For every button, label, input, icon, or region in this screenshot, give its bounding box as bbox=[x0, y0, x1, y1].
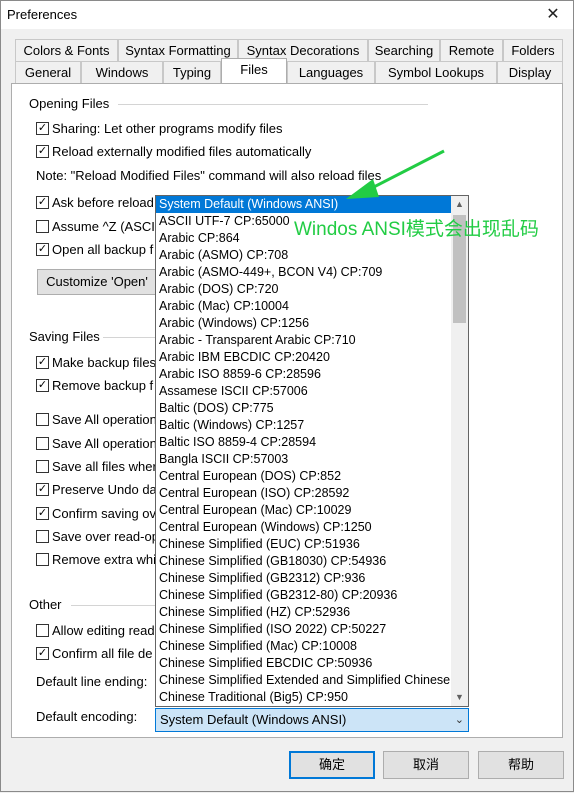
saving-files-heading: Saving Files bbox=[29, 329, 100, 344]
encoding-option[interactable]: Baltic (DOS) CP:775 bbox=[156, 400, 452, 417]
checkbox-label: Save All operation bbox=[52, 436, 157, 451]
encoding-option[interactable]: Arabic ISO 8859-6 CP:28596 bbox=[156, 366, 452, 383]
ok-button[interactable]: 确定 bbox=[289, 751, 375, 779]
encoding-option[interactable]: Central European (DOS) CP:852 bbox=[156, 468, 452, 485]
tab-remote[interactable]: Remote bbox=[440, 39, 503, 61]
checkbox-label: Confirm all file de bbox=[52, 646, 153, 661]
checkbox-box[interactable]: ✓ bbox=[36, 483, 49, 496]
checkbox-label: Make backup files bbox=[52, 355, 157, 370]
checkbox-label: Preserve Undo da bbox=[52, 482, 157, 497]
tab-symbol-lookups[interactable]: Symbol Lookups bbox=[375, 61, 497, 83]
encoding-option[interactable]: Chinese Simplified (GB18030) CP:54936 bbox=[156, 553, 452, 570]
encoding-option[interactable]: Central European (Windows) CP:1250 bbox=[156, 519, 452, 536]
encoding-option[interactable]: Chinese Simplified EBCDIC CP:50936 bbox=[156, 655, 452, 672]
checkbox-box[interactable] bbox=[36, 553, 49, 566]
checkbox-box[interactable]: ✓ bbox=[36, 196, 49, 209]
encoding-option[interactable]: Chinese Simplified (Mac) CP:10008 bbox=[156, 638, 452, 655]
encoding-option[interactable]: Chinese Simplified (GB2312-80) CP:20936 bbox=[156, 587, 452, 604]
checkbox-box[interactable]: ✓ bbox=[36, 145, 49, 158]
checkbox-label: Open all backup f bbox=[52, 242, 154, 257]
tab-files[interactable]: Files bbox=[221, 58, 287, 83]
encoding-option[interactable]: Assamese ISCII CP:57006 bbox=[156, 383, 452, 400]
opening-files-heading: Opening Files bbox=[29, 96, 110, 111]
encoding-option[interactable]: Chinese Simplified (EUC) CP:51936 bbox=[156, 536, 452, 553]
encoding-options: System Default (Windows ANSI) ASCII UTF-7… bbox=[156, 196, 452, 706]
close-icon[interactable]: ✕ bbox=[533, 1, 573, 29]
cancel-button[interactable]: 取消 bbox=[383, 751, 469, 779]
checkbox-label: Remove backup f bbox=[52, 378, 154, 393]
tab-general[interactable]: General bbox=[15, 61, 81, 83]
scroll-down-icon[interactable]: ▼ bbox=[451, 689, 468, 706]
dropdown-scrollbar[interactable]: ▲ ▼ bbox=[451, 196, 468, 706]
tab-languages[interactable]: Languages bbox=[287, 61, 375, 83]
checkbox-label: Reload externally modified files automat… bbox=[52, 144, 312, 159]
checkbox-box[interactable] bbox=[36, 413, 49, 426]
preferences-window: Preferences ✕ Colors & Fonts Syntax Form… bbox=[0, 0, 574, 792]
checkbox-label: Save all files wher bbox=[52, 459, 157, 474]
encoding-option[interactable]: Arabic (Windows) CP:1256 bbox=[156, 315, 452, 332]
checkbox-label: Ask before reload bbox=[52, 195, 154, 210]
checkbox-label: Sharing: Let other programs modify files bbox=[52, 121, 283, 136]
checkbox-box[interactable] bbox=[36, 220, 49, 233]
encoding-option[interactable]: Arabic (ASMO) CP:708 bbox=[156, 247, 452, 264]
encoding-option[interactable]: System Default (Windows ANSI) bbox=[156, 196, 452, 213]
title-bar: Preferences ✕ bbox=[1, 1, 573, 29]
tab-folders[interactable]: Folders bbox=[503, 39, 563, 61]
encoding-option[interactable]: Arabic (ASMO-449+, BCON V4) CP:709 bbox=[156, 264, 452, 281]
checkbox-label: Assume ^Z (ASCII bbox=[52, 219, 159, 234]
tab-colors-fonts[interactable]: Colors & Fonts bbox=[15, 39, 118, 61]
encoding-dropdown-list[interactable]: System Default (Windows ANSI) ASCII UTF-7… bbox=[155, 195, 469, 707]
checkbox-label: Remove extra whi bbox=[52, 552, 157, 567]
other-heading: Other bbox=[29, 597, 62, 612]
default-encoding-select[interactable]: System Default (Windows ANSI) ⌄ bbox=[155, 708, 469, 732]
checkbox-label: Allow editing read bbox=[52, 623, 155, 638]
tab-typing[interactable]: Typing bbox=[163, 61, 221, 83]
encoding-option[interactable]: Chinese Simplified (ISO 2022) CP:50227 bbox=[156, 621, 452, 638]
checkbox-label: Confirm saving ov bbox=[52, 506, 157, 521]
checkbox-box[interactable] bbox=[36, 530, 49, 543]
encoding-option[interactable]: Arabic (DOS) CP:720 bbox=[156, 281, 452, 298]
checkbox-box[interactable]: ✓ bbox=[36, 507, 49, 520]
checkbox-box[interactable]: ✓ bbox=[36, 356, 49, 369]
tab-syntax-formatting[interactable]: Syntax Formatting bbox=[118, 39, 238, 61]
checkbox-box[interactable]: ✓ bbox=[36, 647, 49, 660]
reload-note: Note: "Reload Modified Files" command wi… bbox=[36, 168, 382, 183]
encoding-option[interactable]: Arabic IBM EBCDIC CP:20420 bbox=[156, 349, 452, 366]
checkbox-label: Save over read-op bbox=[52, 529, 159, 544]
encoding-option[interactable]: Central European (ISO) CP:28592 bbox=[156, 485, 452, 502]
checkbox-box[interactable] bbox=[36, 437, 49, 450]
scroll-up-icon[interactable]: ▲ bbox=[451, 196, 468, 213]
help-button[interactable]: 帮助 bbox=[478, 751, 564, 779]
default-encoding-value: System Default (Windows ANSI) bbox=[160, 712, 347, 727]
encoding-option[interactable]: Bangla ISCII CP:57003 bbox=[156, 451, 452, 468]
encoding-option[interactable]: Baltic (Windows) CP:1257 bbox=[156, 417, 452, 434]
group-divider bbox=[118, 104, 428, 105]
customize-open-button[interactable]: Customize 'Open' bbox=[37, 269, 157, 295]
encoding-option[interactable]: Arabic (Mac) CP:10004 bbox=[156, 298, 452, 315]
checkbox-box[interactable] bbox=[36, 624, 49, 637]
tab-display[interactable]: Display bbox=[497, 61, 563, 83]
chevron-down-icon[interactable]: ⌄ bbox=[455, 709, 464, 731]
tab-searching[interactable]: Searching bbox=[368, 39, 440, 61]
encoding-option[interactable]: Chinese Traditional (Big5) CP:950 bbox=[156, 689, 452, 706]
group-divider bbox=[71, 605, 155, 606]
encoding-option[interactable]: Chinese Simplified (HZ) CP:52936 bbox=[156, 604, 452, 621]
checkbox-box[interactable]: ✓ bbox=[36, 379, 49, 392]
window-title: Preferences bbox=[7, 7, 78, 22]
default-line-ending-label: Default line ending: bbox=[36, 674, 148, 689]
checkbox-box[interactable]: ✓ bbox=[36, 243, 49, 256]
checkbox-box[interactable] bbox=[36, 460, 49, 473]
checkbox-box[interactable]: ✓ bbox=[36, 122, 49, 135]
encoding-option[interactable]: Chinese Simplified (GB2312) CP:936 bbox=[156, 570, 452, 587]
encoding-option[interactable]: Central European (Mac) CP:10029 bbox=[156, 502, 452, 519]
tab-windows[interactable]: Windows bbox=[81, 61, 163, 83]
annotation-text: Windos ANSI模式会出现乱码 bbox=[294, 219, 539, 240]
encoding-option[interactable]: Chinese Simplified Extended and Simplifi… bbox=[156, 672, 452, 689]
checkbox-label: Save All operation bbox=[52, 412, 157, 427]
default-encoding-label: Default encoding: bbox=[36, 709, 138, 724]
encoding-option[interactable]: Baltic ISO 8859-4 CP:28594 bbox=[156, 434, 452, 451]
group-divider bbox=[103, 337, 155, 338]
encoding-option[interactable]: Arabic - Transparent Arabic CP:710 bbox=[156, 332, 452, 349]
